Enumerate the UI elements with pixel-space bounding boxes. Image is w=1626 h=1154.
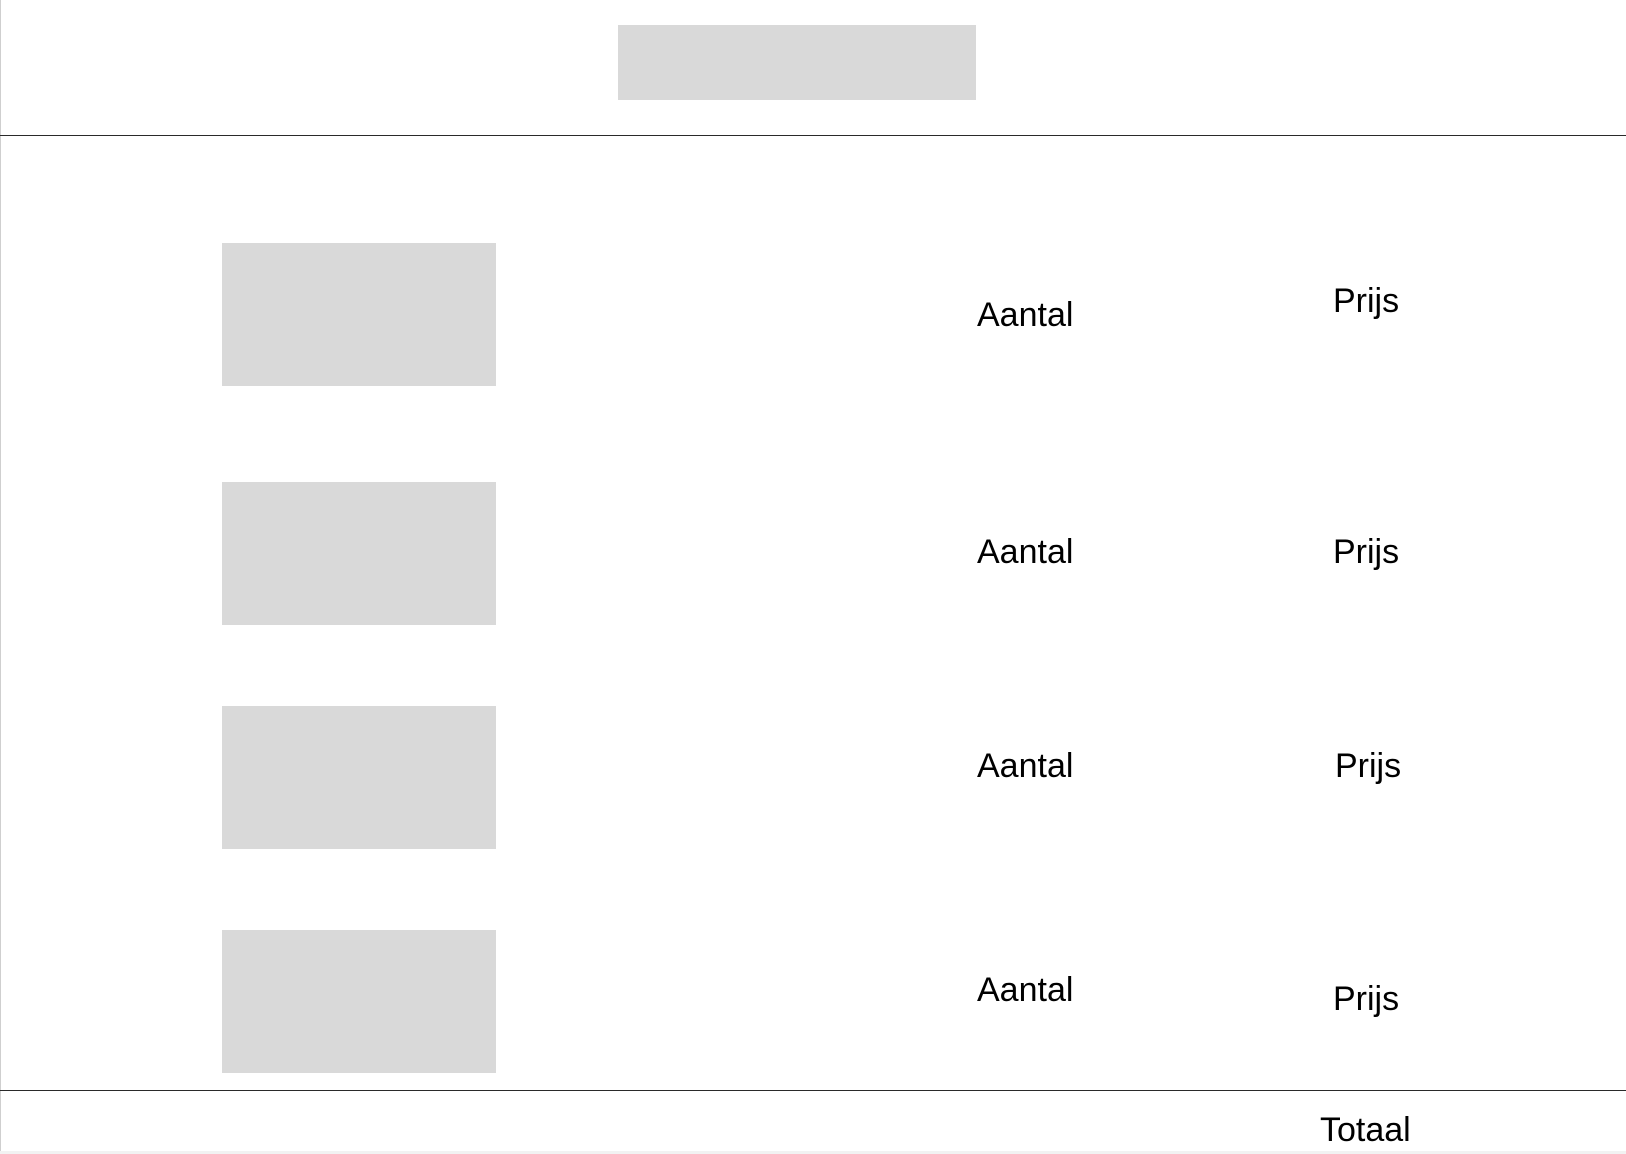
quantity-label: Aantal bbox=[977, 296, 1074, 334]
product-image-placeholder[interactable] bbox=[222, 706, 496, 849]
price-label: Prijs bbox=[1333, 282, 1400, 320]
quantity-label: Aantal bbox=[977, 747, 1074, 785]
total-label: Totaal bbox=[1320, 1111, 1411, 1149]
price-label: Prijs bbox=[1333, 980, 1400, 1018]
header-logo-placeholder[interactable] bbox=[618, 25, 976, 100]
price-label: Prijs bbox=[1333, 533, 1400, 571]
product-image-placeholder[interactable] bbox=[222, 482, 496, 625]
quantity-label: Aantal bbox=[977, 533, 1074, 571]
header-divider bbox=[0, 135, 1626, 136]
footer-divider bbox=[0, 1090, 1626, 1091]
product-image-placeholder[interactable] bbox=[222, 243, 496, 386]
product-image-placeholder[interactable] bbox=[222, 930, 496, 1073]
price-label: Prijs bbox=[1335, 747, 1402, 785]
frame-left-border bbox=[0, 0, 1, 1154]
quantity-label: Aantal bbox=[977, 971, 1074, 1009]
